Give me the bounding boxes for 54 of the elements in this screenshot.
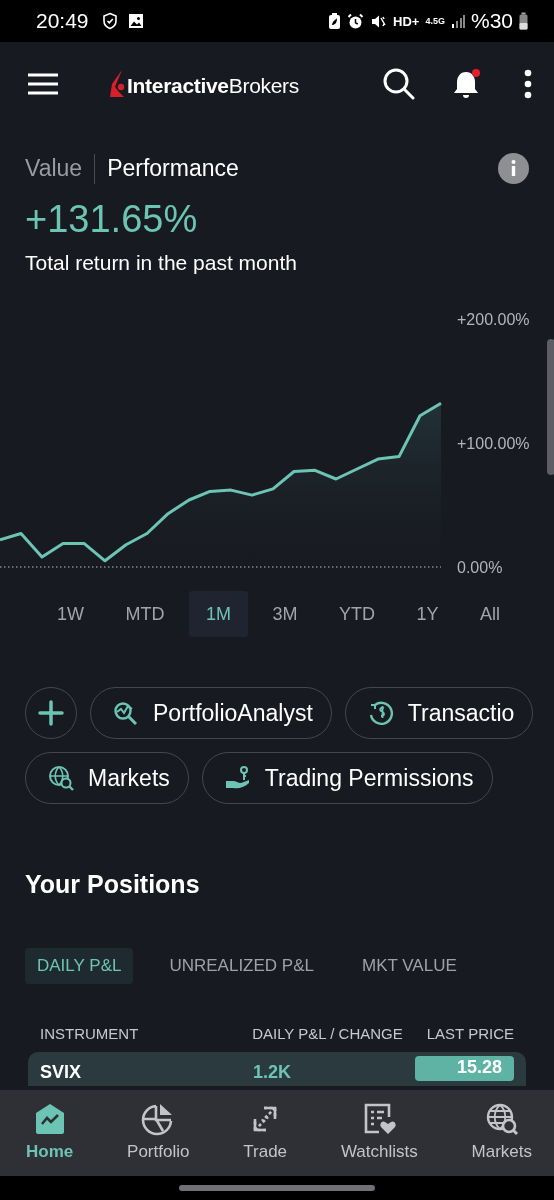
instrument-symbol: SVIX <box>40 1062 83 1083</box>
hand-key-icon <box>224 766 251 790</box>
nav-tab[interactable]: Watchlists <box>334 1090 424 1176</box>
last-price: 15.28 <box>414 1056 514 1081</box>
positions-tab[interactable]: DAILY P&L <box>25 948 134 984</box>
position-row[interactable]: SVIX 1.2K 15.28 <box>28 1052 526 1086</box>
axis-label: +200.00% <box>457 311 530 328</box>
daily-pnl: 1.2K <box>252 1062 292 1083</box>
logo-mark-icon <box>109 69 125 98</box>
more-options-icon[interactable] <box>524 68 532 99</box>
column-header: INSTRUMENT <box>40 1025 140 1042</box>
performance-value: +131.65% <box>24 197 199 241</box>
globe-search-icon <box>48 765 74 791</box>
range-tab[interactable]: 1Y <box>399 591 456 637</box>
axis-label: 0.00% <box>457 559 503 576</box>
signal-icon <box>450 13 465 29</box>
axis-label: +100.00% <box>457 435 530 452</box>
search-icon[interactable] <box>383 67 415 100</box>
info-icon[interactable] <box>498 153 529 184</box>
plus-icon <box>38 700 64 726</box>
image-icon <box>126 12 145 30</box>
list-heart-icon <box>362 1102 397 1136</box>
view-tab[interactable]: Performance <box>107 155 239 182</box>
chart-magnifier-icon <box>113 701 139 725</box>
network-type: 4.5G <box>425 16 445 26</box>
battery-saver-icon <box>328 12 342 30</box>
nav-tab[interactable]: Trade <box>237 1090 294 1176</box>
view-tab[interactable]: Value <box>25 155 83 182</box>
nav-tab[interactable]: Markets <box>465 1090 538 1176</box>
battery-level: %30 <box>470 9 513 33</box>
dollar-history-icon <box>367 700 394 726</box>
shield-icon <box>100 12 119 30</box>
battery-icon <box>519 12 528 30</box>
positions-tab[interactable]: MKT VALUE <box>349 948 469 984</box>
nav-tab[interactable]: Portfolio <box>121 1090 196 1176</box>
notification-bell-icon[interactable] <box>452 67 482 100</box>
brand-logo: InteractiveBrokers <box>127 73 300 98</box>
range-tab[interactable]: MTD <box>108 591 182 637</box>
section-title: Your Positions <box>24 869 201 899</box>
range-tab[interactable]: 3M <box>255 591 315 637</box>
range-tab[interactable]: YTD <box>321 591 392 637</box>
range-tab[interactable]: All <box>462 591 517 637</box>
nav-tab[interactable]: Home <box>20 1090 80 1176</box>
positions-tab[interactable]: UNREALIZED P&L <box>157 948 326 984</box>
globe-search-icon <box>484 1102 519 1136</box>
column-header: LAST PRICE <box>426 1025 514 1042</box>
menu-icon[interactable] <box>27 72 59 95</box>
status-time: 20:49 <box>36 9 89 33</box>
range-tab[interactable]: 1M <box>188 591 248 637</box>
hd-voice-indicator: HD+ <box>393 13 420 29</box>
performance-caption: Total return in the past month <box>24 250 298 275</box>
alarm-icon <box>347 12 365 30</box>
column-header: DAILY P&L / CHANGE <box>252 1025 403 1042</box>
range-tab[interactable]: 1W <box>40 591 101 637</box>
